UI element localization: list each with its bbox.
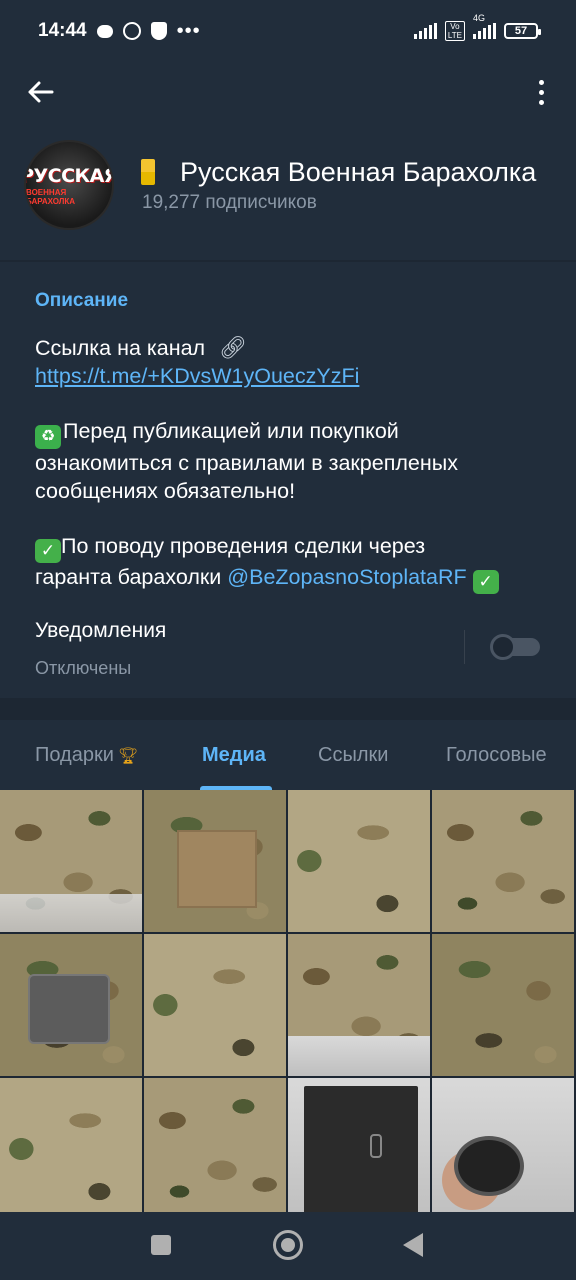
battery-icon: 57: [504, 23, 541, 39]
notifications-divider: [464, 630, 465, 664]
arrow-left-icon: [28, 81, 54, 103]
flag-emoji-icon: [141, 159, 155, 185]
recycle-emoji-icon: ♻: [35, 425, 61, 449]
telegram-channel-info-screen: 14:44 ••• Vo LTE 4G 57 РУССКАЯ ВОЕННАЯ БА…: [0, 0, 576, 1280]
notifications-toggle[interactable]: [490, 634, 542, 660]
description-label: Описание: [35, 290, 129, 311]
battery-level: 57: [514, 25, 528, 37]
more-menu-button[interactable]: [526, 74, 556, 110]
system-back-button[interactable]: [403, 1233, 423, 1257]
notifications-status: Отключены: [35, 658, 132, 678]
check-mark-emoji-icon: ✓: [472, 570, 499, 594]
signal-4g-icon: 4G: [473, 13, 496, 39]
description-text: Ссылка на канал 🔗︎ https://t.me/+KDvsW1y…: [35, 334, 555, 594]
rules-text-line1: Перед публикацией или покупкой: [63, 419, 399, 443]
rules-text-line3: сообщениях обязательно!: [35, 479, 296, 503]
deal-text-line2: гаранта барахолки: [35, 565, 222, 589]
status-right-group: Vo LTE 4G 57: [413, 13, 541, 41]
media-thumbnail[interactable]: [144, 934, 286, 1076]
media-thumbnail[interactable]: [432, 1078, 574, 1220]
tab-links[interactable]: Ссылки: [318, 744, 388, 767]
recent-apps-button[interactable]: [151, 1235, 171, 1255]
signal-icon: [413, 23, 437, 39]
guarantor-mention-link[interactable]: @BeZopasnoStoplataRF: [227, 565, 466, 589]
chat-notification-icon: [96, 24, 113, 38]
media-thumbnail[interactable]: [144, 1078, 286, 1220]
channel-link-caption: Ссылка на канал: [35, 336, 206, 360]
whatsapp-icon: [122, 22, 141, 40]
media-thumbnail[interactable]: [0, 790, 142, 932]
avatar-text-sub: ВОЕННАЯ БАРАХОЛКА: [26, 187, 76, 206]
more-vertical-icon: [538, 79, 544, 85]
deal-text-line1: По поводу проведения сделки через: [61, 534, 426, 558]
toggle-knob: [490, 634, 516, 660]
status-bar: 14:44 ••• Vo LTE 4G 57: [0, 0, 576, 62]
system-navigation-bar: [0, 1212, 576, 1280]
media-thumbnail[interactable]: [144, 790, 286, 932]
tab-voice[interactable]: Голосовые: [446, 744, 547, 767]
notifications-label[interactable]: Уведомления: [35, 619, 166, 643]
media-thumbnail[interactable]: [0, 934, 142, 1076]
link-icon: 🔗︎: [219, 335, 248, 360]
channel-avatar[interactable]: РУССКАЯ ВОЕННАЯ БАРАХОЛКА: [24, 140, 114, 230]
status-time: 14:44: [38, 20, 87, 41]
check-mark-emoji-icon: ✓: [35, 539, 61, 563]
back-button[interactable]: [22, 74, 58, 110]
more-notifications-icon: •••: [176, 19, 201, 42]
media-thumbnail[interactable]: [288, 1078, 430, 1220]
trophy-icon: 🏆︎: [117, 748, 139, 765]
media-thumbnail[interactable]: [288, 934, 430, 1076]
media-thumbnail[interactable]: [432, 934, 574, 1076]
rules-text-line2: ознакомиться с правилами в закрепленых: [35, 451, 458, 475]
tab-media[interactable]: Медиа: [202, 744, 266, 767]
media-thumbnail[interactable]: [0, 1078, 142, 1220]
volte-icon: Vo LTE: [444, 21, 465, 41]
tab-gifts[interactable]: Подарки 🏆︎: [35, 744, 138, 767]
network-type-label: 4G: [473, 13, 486, 23]
channel-info-section: Описание Ссылка на канал 🔗︎ https://t.me…: [0, 262, 576, 698]
media-tabs: Подарки 🏆︎ Медиа Ссылки Голосовые: [0, 720, 576, 790]
channel-invite-link[interactable]: https://t.me/+KDvsW1yOueczYzFi: [35, 364, 359, 388]
shield-icon: [150, 22, 167, 40]
tab-gifts-label: Подарки: [35, 744, 114, 766]
media-thumbnail[interactable]: [432, 790, 574, 932]
channel-header: РУССКАЯ ВОЕННАЯ БАРАХОЛКА Русская Военна…: [0, 62, 576, 260]
subscriber-count: 19,277 подписчиков: [142, 192, 317, 213]
media-thumbnail[interactable]: [288, 790, 430, 932]
home-button[interactable]: [273, 1230, 303, 1260]
media-grid: [0, 790, 576, 1220]
avatar-text-main: РУССКАЯ: [24, 164, 114, 187]
channel-title: Русская Военная Барахолка: [180, 157, 537, 187]
